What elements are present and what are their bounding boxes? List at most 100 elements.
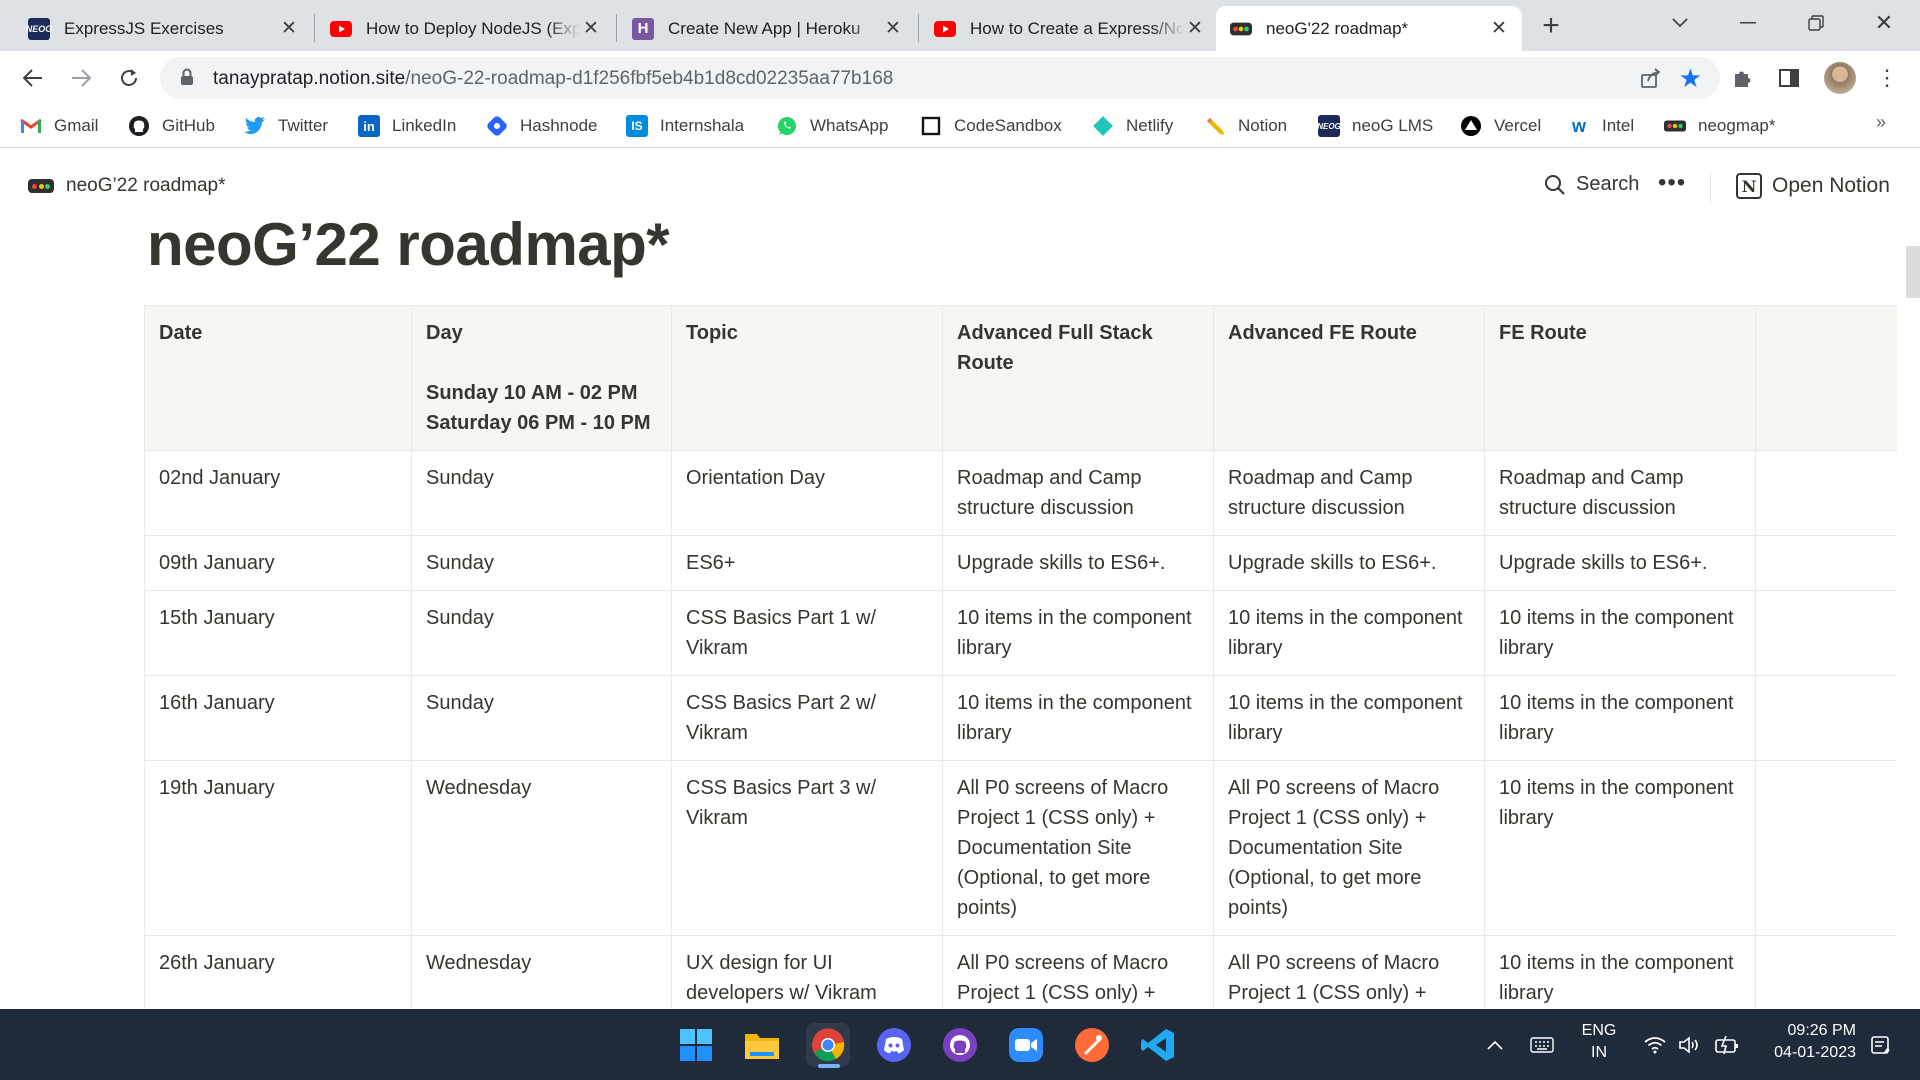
column-header-advanced-fe[interactable]: Advanced FE Route (1213, 305, 1485, 451)
cell-advanced-full-stack[interactable]: 10 items in the component library (942, 675, 1214, 761)
page-scrollbar-thumb[interactable] (1906, 246, 1920, 298)
cell-advanced-fe[interactable]: All P0 screens of Macro Project 1 (CSS o… (1213, 935, 1485, 1008)
tab-search-icon[interactable] (1660, 8, 1700, 38)
notifications-icon[interactable] (1870, 1009, 1892, 1080)
extensions-puzzle-icon[interactable] (1726, 61, 1760, 95)
cell-advanced-fe[interactable]: Roadmap and Camp structure discussion (1213, 450, 1485, 536)
cell-date[interactable]: 02nd January (144, 450, 412, 536)
open-notion-button[interactable]: N Open Notion (1736, 173, 1890, 199)
cell-topic[interactable]: UX design for UI developers w/ Vikram [B… (671, 935, 943, 1008)
bookmarks-overflow-button[interactable]: » (1876, 112, 1886, 133)
cell-advanced-fe[interactable]: Upgrade skills to ES6+. (1213, 535, 1485, 591)
more-options-button[interactable]: ••• (1658, 169, 1686, 197)
battery-charging-icon[interactable] (1714, 1009, 1740, 1080)
cell-date[interactable]: 19th January (144, 760, 412, 936)
cell-fe[interactable]: 10 items in the component library (1484, 935, 1756, 1008)
cell-empty[interactable] (1755, 935, 1897, 1008)
cell-empty[interactable] (1755, 450, 1897, 536)
cell-empty[interactable] (1755, 675, 1897, 761)
roadmap-table-container[interactable]: Date Day Sunday 10 AM - 02 PM Saturday 0… (144, 305, 1897, 1008)
column-header-topic[interactable]: Topic (671, 305, 943, 451)
share-icon[interactable] (1640, 67, 1662, 94)
cell-advanced-fe[interactable]: All P0 screens of Macro Project 1 (CSS o… (1213, 760, 1485, 936)
bookmark-codesandbox[interactable]: CodeSandbox (920, 112, 1062, 140)
volume-icon[interactable] (1678, 1009, 1702, 1080)
cell-fe[interactable]: Roadmap and Camp structure discussion (1484, 450, 1756, 536)
column-header-advanced-full-stack[interactable]: Advanced Full Stack Route (942, 305, 1214, 451)
cell-empty[interactable] (1755, 535, 1897, 591)
bookmark-notion[interactable]: Notion (1204, 112, 1287, 140)
bookmark-star-icon[interactable]: ★ (1679, 63, 1702, 94)
cell-advanced-full-stack[interactable]: All P0 screens of Macro Project 1 (CSS o… (942, 760, 1214, 936)
column-header-date[interactable]: Date (144, 305, 412, 451)
bookmark-internshala[interactable]: IS Internshala (626, 112, 744, 140)
side-panel-icon[interactable] (1772, 61, 1806, 95)
cell-topic[interactable]: CSS Basics Part 3 w/ Vikram (671, 760, 943, 936)
cell-day[interactable]: Sunday (411, 675, 672, 761)
bookmark-netlify[interactable]: Netlify (1092, 112, 1173, 140)
close-icon[interactable]: ✕ (278, 18, 300, 40)
new-tab-button[interactable]: + (1535, 9, 1567, 42)
window-close-icon[interactable]: ✕ (1864, 8, 1904, 38)
bookmark-neogmap[interactable]: neogmap* (1664, 112, 1776, 140)
chrome-menu-icon[interactable]: ⋮ (1870, 61, 1904, 95)
column-header-fe[interactable]: FE Route (1484, 305, 1756, 451)
close-icon[interactable]: ✕ (882, 18, 904, 40)
back-arrow-icon[interactable] (16, 61, 50, 95)
browser-tab[interactable]: NEOG ExpressJS Exercises ✕ (14, 6, 312, 51)
cell-advanced-full-stack[interactable]: Roadmap and Camp structure discussion (942, 450, 1214, 536)
bookmark-neog-lms[interactable]: NEOG neoG LMS (1317, 112, 1433, 140)
discord-icon[interactable] (872, 1023, 916, 1067)
bookmark-intel[interactable]: w Intel (1568, 112, 1634, 140)
column-header-day[interactable]: Day Sunday 10 AM - 02 PM Saturday 06 PM … (411, 305, 672, 451)
browser-tab[interactable]: How to Create a Express/Node ✕ (920, 6, 1218, 51)
cell-empty[interactable] (1755, 760, 1897, 936)
cell-day[interactable]: Sunday (411, 590, 672, 676)
cell-advanced-full-stack[interactable]: Upgrade skills to ES6+. (942, 535, 1214, 591)
bookmark-github[interactable]: GitHub (128, 112, 215, 140)
cell-day[interactable]: Wednesday (411, 935, 672, 1008)
zoom-icon[interactable] (1004, 1023, 1048, 1067)
windows-start-icon[interactable] (674, 1023, 718, 1067)
keyboard-icon[interactable] (1530, 1009, 1554, 1080)
wifi-icon[interactable] (1644, 1009, 1666, 1080)
browser-tab[interactable]: H Create New App | Heroku ✕ (618, 6, 916, 51)
restore-icon[interactable] (1796, 8, 1836, 38)
cell-fe[interactable]: 10 items in the component library (1484, 760, 1756, 936)
cell-topic[interactable]: ES6+ (671, 535, 943, 591)
browser-tab-active[interactable]: neoG'22 roadmap* ✕ (1216, 6, 1522, 51)
forward-arrow-icon[interactable] (64, 61, 98, 95)
show-hidden-icons-button[interactable] (1486, 1009, 1504, 1080)
vscode-icon[interactable] (1136, 1023, 1180, 1067)
cell-day[interactable]: Sunday (411, 535, 672, 591)
address-bar[interactable]: tanaypratap.notion.site/neoG-22-roadmap-… (160, 57, 1720, 99)
breadcrumb[interactable]: neoG’22 roadmap* (28, 175, 226, 197)
close-icon[interactable]: ✕ (580, 18, 602, 40)
system-clock[interactable]: 09:26 PM 04-01-2023 (1756, 1020, 1856, 1064)
column-header-empty[interactable] (1755, 305, 1897, 451)
chrome-icon[interactable] (806, 1023, 850, 1067)
cell-advanced-fe[interactable]: 10 items in the component library (1213, 675, 1485, 761)
cell-day[interactable]: Sunday (411, 450, 672, 536)
postman-icon[interactable] (1070, 1023, 1114, 1067)
cell-fe[interactable]: 10 items in the component library (1484, 590, 1756, 676)
cell-day[interactable]: Wednesday (411, 760, 672, 936)
file-explorer-icon[interactable] (740, 1023, 784, 1067)
minimize-icon[interactable] (1728, 8, 1768, 38)
bookmark-vercel[interactable]: Vercel (1460, 112, 1541, 140)
bookmark-whatsapp[interactable]: WhatsApp (776, 112, 888, 140)
cell-topic[interactable]: Orientation Day (671, 450, 943, 536)
cell-date[interactable]: 16th January (144, 675, 412, 761)
search-button[interactable]: Search (1544, 173, 1639, 196)
cell-fe[interactable]: 10 items in the component library (1484, 675, 1756, 761)
cell-advanced-fe[interactable]: 10 items in the component library (1213, 590, 1485, 676)
browser-tab[interactable]: How to Deploy NodeJS (Express ✕ (316, 6, 614, 51)
profile-avatar[interactable] (1824, 62, 1856, 94)
bookmark-linkedin[interactable]: in LinkedIn (358, 112, 456, 140)
cell-advanced-full-stack[interactable]: 10 items in the component library (942, 590, 1214, 676)
reload-icon[interactable] (112, 61, 146, 95)
cell-topic[interactable]: CSS Basics Part 1 w/ Vikram (671, 590, 943, 676)
cell-date[interactable]: 15th January (144, 590, 412, 676)
cell-empty[interactable] (1755, 590, 1897, 676)
close-icon[interactable]: ✕ (1184, 18, 1206, 40)
